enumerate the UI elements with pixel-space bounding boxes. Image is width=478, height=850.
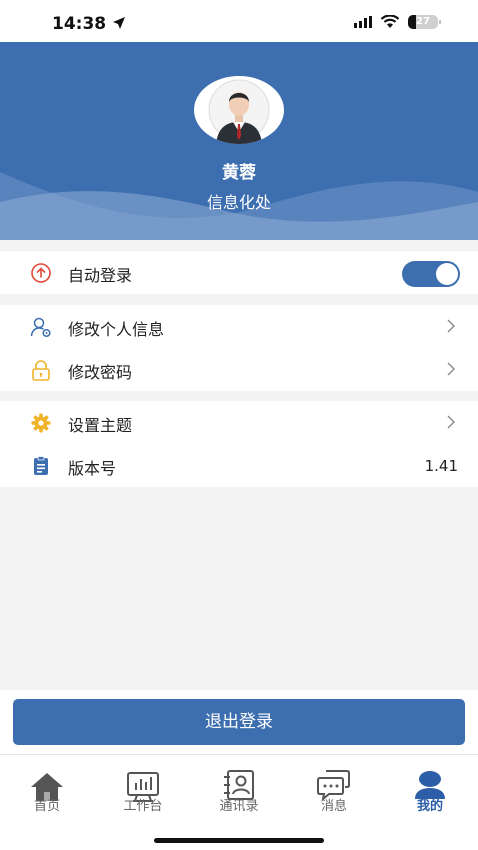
- edit-profile-row[interactable]: 修改个人信息: [0, 305, 478, 348]
- user-settings-icon: [30, 317, 51, 338]
- tab-home[interactable]: 首页: [12, 765, 82, 814]
- edit-profile-label: 修改个人信息: [68, 320, 165, 339]
- status-time: 14:38: [52, 14, 107, 34]
- version-value: 1.41: [424, 457, 458, 475]
- tab-bar: 首页 工作台 通讯录 消息 我的: [0, 754, 478, 850]
- wifi-icon: [380, 15, 400, 28]
- chevron-right-icon: [447, 415, 455, 429]
- tab-messages[interactable]: 消息: [299, 765, 369, 814]
- change-password-label: 修改密码: [68, 363, 133, 382]
- change-password-row[interactable]: 修改密码: [0, 348, 478, 391]
- auto-login-group: 自动登录: [0, 251, 478, 294]
- auto-login-row: 自动登录: [0, 251, 478, 294]
- tab-contacts-label: 通讯录: [219, 799, 259, 814]
- battery-icon: 27: [408, 15, 441, 29]
- tab-home-label: 首页: [33, 799, 60, 814]
- theme-label: 设置主题: [68, 416, 133, 435]
- tab-workbench[interactable]: 工作台: [108, 765, 178, 814]
- account-group: 修改个人信息 修改密码: [0, 305, 478, 391]
- tab-messages-label: 消息: [320, 799, 347, 814]
- battery-level: 27: [416, 16, 430, 27]
- auto-login-toggle[interactable]: [402, 261, 460, 287]
- home-indicator: [154, 838, 324, 843]
- chevron-right-icon: [447, 362, 455, 376]
- tab-contacts[interactable]: 通讯录: [204, 765, 274, 814]
- lock-icon: [32, 360, 50, 381]
- profile-header: 黄蓉 信息化处: [0, 42, 478, 240]
- chevron-right-icon: [447, 319, 455, 333]
- avatar-portrait-icon: [208, 79, 270, 144]
- theme-row[interactable]: 设置主题: [0, 401, 478, 444]
- auto-login-label: 自动登录: [68, 266, 133, 285]
- clipboard-icon: [34, 456, 48, 475]
- gear-icon: [31, 413, 51, 433]
- tab-profile-label: 我的: [416, 799, 443, 814]
- location-arrow-icon: [113, 17, 125, 29]
- status-bar: 14:38 27: [0, 0, 478, 42]
- version-row: 版本号 1.41: [0, 444, 478, 487]
- tab-workbench-label: 工作台: [123, 799, 163, 814]
- upload-circle-icon: [31, 263, 51, 283]
- user-name: 黄蓉: [222, 163, 256, 183]
- logout-area: 退出登录: [0, 690, 478, 754]
- app-group: 设置主题 版本号 1.41: [0, 401, 478, 487]
- toggle-knob: [436, 263, 458, 285]
- logout-button[interactable]: 退出登录: [13, 699, 465, 745]
- signal-icon: [354, 16, 372, 28]
- tab-profile[interactable]: 我的: [395, 765, 465, 814]
- avatar[interactable]: [194, 76, 284, 144]
- version-label: 版本号: [68, 459, 117, 478]
- user-department: 信息化处: [206, 193, 271, 212]
